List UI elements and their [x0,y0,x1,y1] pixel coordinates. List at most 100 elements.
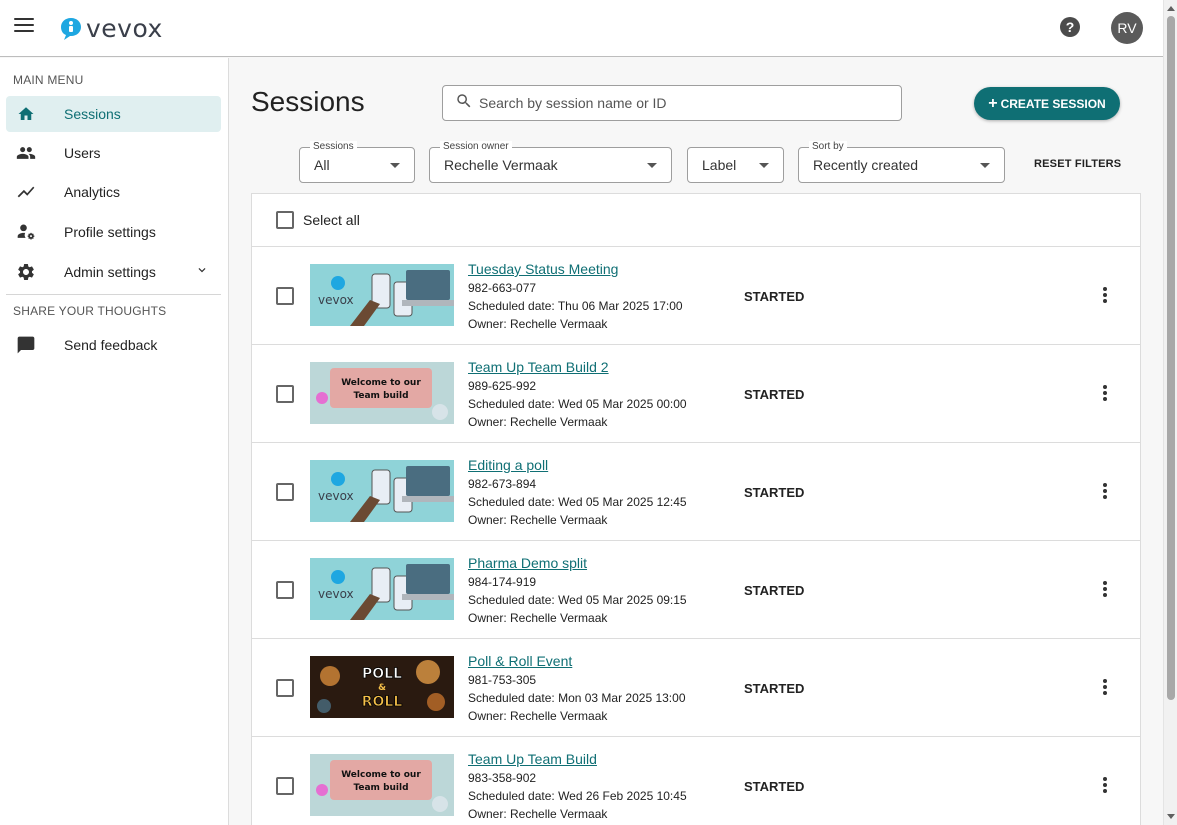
label-filter[interactable]: Label [687,147,784,183]
sidebar-item-label: Sessions [64,106,121,122]
session-thumbnail[interactable]: Welcome to our Team build [310,362,454,424]
sidebar-item-profile-settings[interactable]: Profile settings [6,214,221,250]
session-scheduled-date: Scheduled date: Wed 05 Mar 2025 12:45 [468,495,687,509]
sort-by-filter[interactable]: Sort by Recently created [798,141,1005,183]
session-name-link[interactable]: Pharma Demo split [468,555,587,571]
thumb-vevox-text: vevox [318,587,354,601]
session-thumbnail[interactable]: Welcome to our Team build [310,754,454,816]
session-thumbnail[interactable]: POLL & ROLL [310,656,454,718]
reset-filters-button[interactable]: RESET FILTERS [1034,158,1121,170]
session-scheduled-date: Scheduled date: Wed 05 Mar 2025 00:00 [468,397,687,411]
session-scheduled-date: Scheduled date: Thu 06 Mar 2025 17:00 [468,299,683,313]
more-options-icon[interactable] [1102,581,1108,597]
thumb-roll-text: ROLL [362,694,403,710]
thumb-team-line2: Team build [353,783,408,793]
session-row: Welcome to our Team build Team Up Team B… [252,737,1140,825]
sidebar-item-label: Profile settings [64,224,156,240]
session-row: POLL & ROLL Poll & Roll Event 981-753-30… [252,639,1140,737]
chevron-down-icon[interactable] [195,263,209,282]
thumb-amp-text: & [378,683,386,693]
session-owner: Owner: Rechelle Vermaak [468,513,608,527]
row-checkbox[interactable] [276,287,294,305]
scroll-thumb[interactable] [1167,16,1175,700]
session-name-link[interactable]: Poll & Roll Event [468,653,572,669]
thumb-vevox-text: vevox [318,293,354,307]
sessions-filter[interactable]: Sessions All [299,141,415,183]
filter-label: Session owner [440,141,512,152]
session-name-link[interactable]: Team Up Team Build [468,751,597,767]
session-row: Welcome to our Team build Team Up Team B… [252,345,1140,443]
session-row: vevox Tuesday Status Meeting 982-663-077… [252,247,1140,345]
session-id: 981-753-305 [468,673,537,687]
session-thumbnail[interactable]: vevox [310,558,454,620]
select-all-label: Select all [303,212,360,228]
session-status: STARTED [744,583,805,598]
search-icon [455,92,473,115]
help-icon[interactable]: ? [1060,17,1080,37]
analytics-icon [16,182,36,202]
scroll-up-arrow[interactable] [1167,6,1175,11]
session-id: 983-358-902 [468,771,537,785]
sidebar: MAIN MENU Sessions Users Analytics Profi… [0,58,229,825]
session-status: STARTED [744,779,805,794]
more-options-icon[interactable] [1102,385,1108,401]
sidebar-divider [6,294,221,295]
session-owner: Owner: Rechelle Vermaak [468,415,608,429]
more-options-icon[interactable] [1102,483,1108,499]
share-thoughts-heading: SHARE YOUR THOUGHTS [13,304,167,318]
thumb-team-line1: Welcome to our [341,378,421,388]
session-id: 984-174-919 [468,575,537,589]
search-box[interactable] [442,85,902,121]
sidebar-item-label: Admin settings [64,264,156,280]
sidebar-item-admin-settings[interactable]: Admin settings [6,254,221,290]
select-all-checkbox[interactable] [276,211,294,229]
session-scheduled-date: Scheduled date: Wed 26 Feb 2025 10:45 [468,789,687,803]
menu-icon[interactable] [14,18,34,34]
row-checkbox[interactable] [276,385,294,403]
more-options-icon[interactable] [1102,679,1108,695]
search-input[interactable] [479,95,879,111]
row-checkbox[interactable] [276,679,294,697]
top-bar: vevox ? RV [0,0,1163,57]
avatar[interactable]: RV [1111,12,1143,44]
dropdown-arrow-icon [759,163,769,168]
plus-icon: + [988,94,998,112]
sidebar-item-send-feedback[interactable]: Send feedback [6,327,221,363]
create-session-button[interactable]: + CREATE SESSION [974,87,1120,120]
scroll-down-arrow[interactable] [1167,814,1175,819]
session-id: 982-673-894 [468,477,537,491]
session-owner: Owner: Rechelle Vermaak [468,317,608,331]
row-checkbox[interactable] [276,581,294,599]
session-id: 989-625-992 [468,379,537,393]
sidebar-item-sessions[interactable]: Sessions [6,96,221,132]
session-name-link[interactable]: Tuesday Status Meeting [468,261,618,277]
session-name-link[interactable]: Team Up Team Build 2 [468,359,609,375]
row-checkbox[interactable] [276,483,294,501]
session-name-link[interactable]: Editing a poll [468,457,548,473]
session-status: STARTED [744,387,805,402]
sidebar-item-analytics[interactable]: Analytics [6,174,221,210]
session-owner-filter[interactable]: Session owner Rechelle Vermaak [429,141,672,183]
sidebar-item-label: Users [64,145,101,161]
sidebar-item-users[interactable]: Users [6,135,221,171]
session-owner: Owner: Rechelle Vermaak [468,807,608,821]
users-icon [16,143,36,163]
logo[interactable]: vevox [60,14,163,43]
sidebar-item-label: Send feedback [64,337,158,353]
gear-icon [16,262,36,282]
main-menu-heading: MAIN MENU [13,73,84,87]
more-options-icon[interactable] [1102,287,1108,303]
session-thumbnail[interactable]: vevox [310,264,454,326]
vevox-logo-icon [61,17,81,40]
filter-label: Sessions [310,141,357,152]
thumb-vevox-text: vevox [318,489,354,503]
session-thumbnail[interactable]: vevox [310,460,454,522]
session-status: STARTED [744,485,805,500]
list-header: Select all [252,194,1140,247]
thumb-poll-text: POLL [362,666,402,682]
row-checkbox[interactable] [276,777,294,795]
session-status: STARTED [744,289,805,304]
scrollbar[interactable] [1163,0,1177,825]
thumb-team-line2: Team build [353,391,408,401]
more-options-icon[interactable] [1102,777,1108,793]
